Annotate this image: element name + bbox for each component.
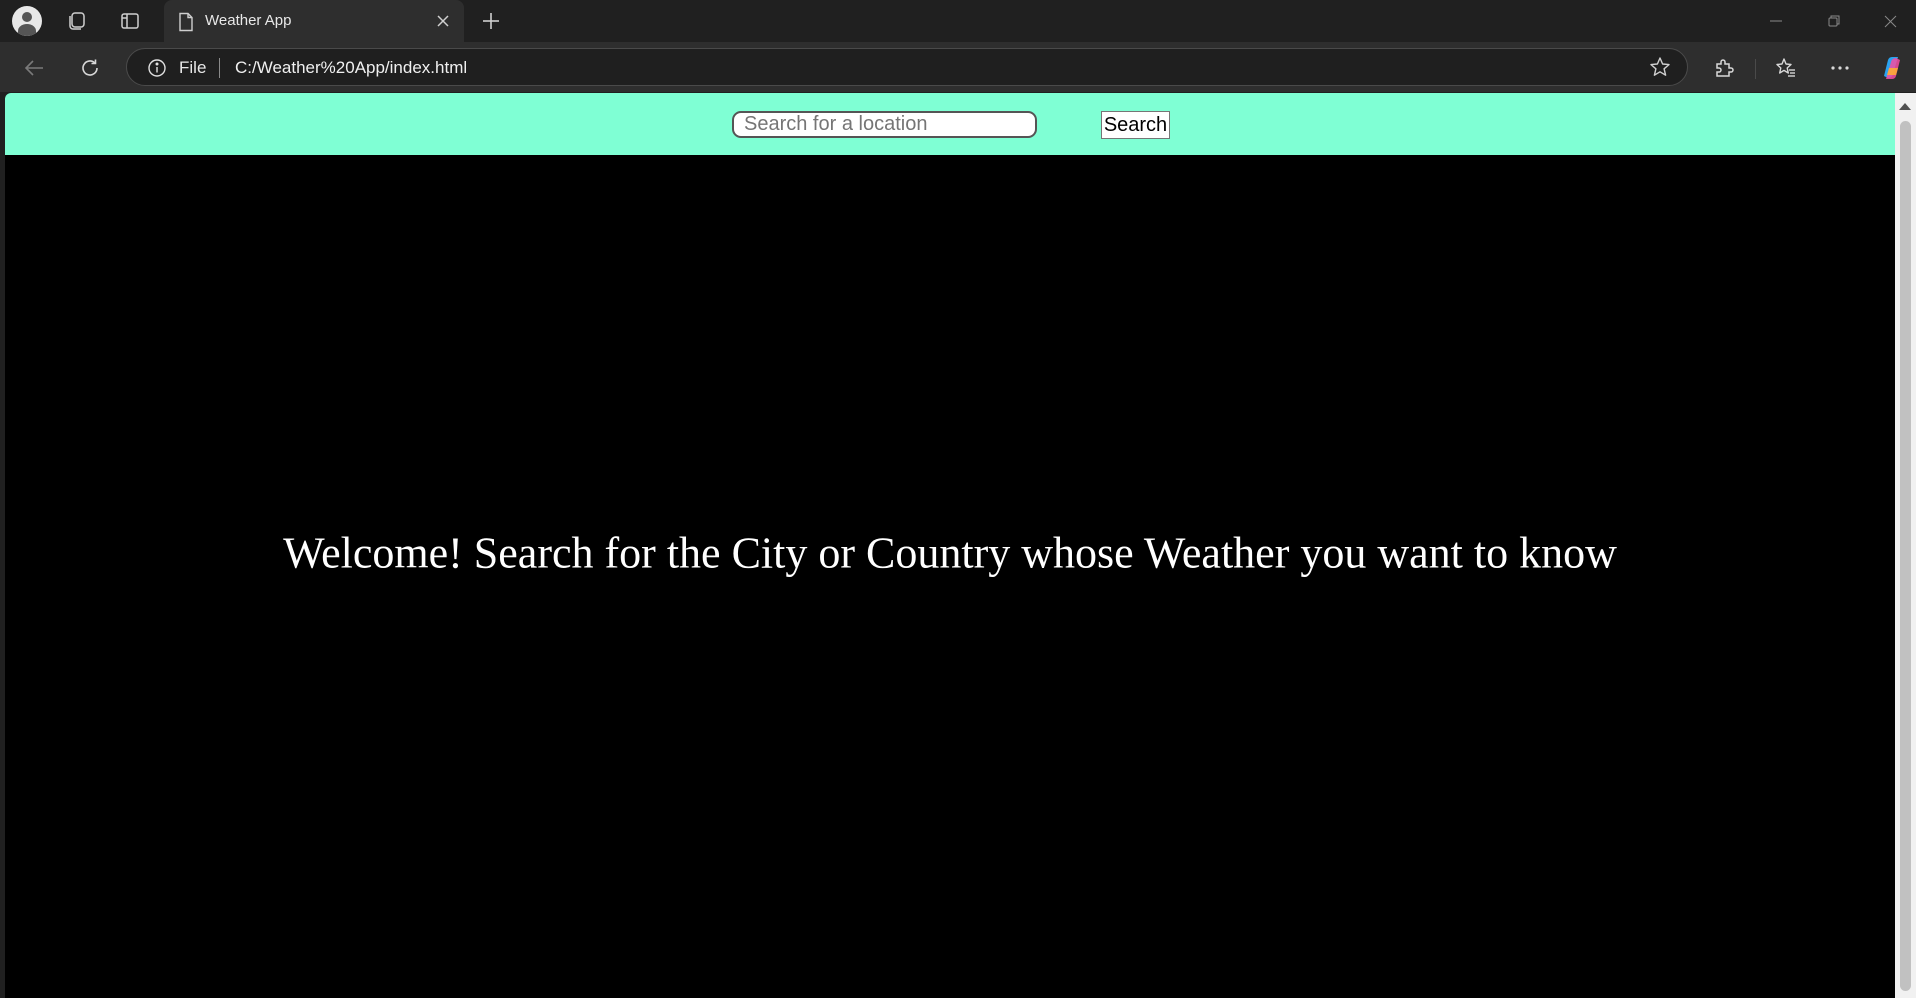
copilot-icon[interactable] xyxy=(1876,52,1908,84)
new-tab-icon[interactable] xyxy=(476,6,506,36)
close-tab-icon[interactable] xyxy=(432,10,454,32)
back-icon[interactable] xyxy=(18,52,50,84)
collections-icon[interactable] xyxy=(62,6,92,36)
address-separator xyxy=(219,58,220,78)
page-icon xyxy=(178,12,194,37)
favorite-star-icon[interactable] xyxy=(1649,56,1671,83)
page-viewport: Search Welcome! Search for the City or C… xyxy=(5,93,1895,998)
tab-title: Weather App xyxy=(205,12,292,29)
active-tab[interactable]: Weather App xyxy=(164,0,464,42)
restore-icon[interactable] xyxy=(1806,0,1862,42)
vertical-tabs-icon[interactable] xyxy=(115,6,145,36)
page-scrollbar[interactable] xyxy=(1895,93,1916,998)
info-icon[interactable] xyxy=(147,58,167,83)
search-button[interactable]: Search xyxy=(1101,111,1170,139)
app-header: Search xyxy=(5,93,1895,155)
scroll-thumb[interactable] xyxy=(1900,121,1911,991)
address-bar[interactable]: File C:/Weather%20App/index.html xyxy=(126,48,1688,86)
minimize-icon[interactable] xyxy=(1748,0,1804,42)
browser-toolbar: File C:/Weather%20App/index.html xyxy=(0,42,1916,92)
scroll-up-arrow-icon[interactable] xyxy=(1899,103,1911,110)
reload-icon[interactable] xyxy=(74,52,106,84)
address-url[interactable]: C:/Weather%20App/index.html xyxy=(235,58,467,78)
favorites-icon[interactable] xyxy=(1770,52,1802,84)
welcome-message: Welcome! Search for the City or Country … xyxy=(283,528,1617,578)
address-scheme-label: File xyxy=(179,58,207,77)
toolbar-divider xyxy=(1755,59,1756,79)
extensions-icon[interactable] xyxy=(1708,52,1740,84)
tab-strip: Weather App xyxy=(0,0,1916,42)
profile-icon[interactable] xyxy=(12,6,42,36)
more-icon[interactable] xyxy=(1824,52,1856,84)
close-window-icon[interactable] xyxy=(1862,0,1916,42)
search-input[interactable] xyxy=(732,111,1037,138)
